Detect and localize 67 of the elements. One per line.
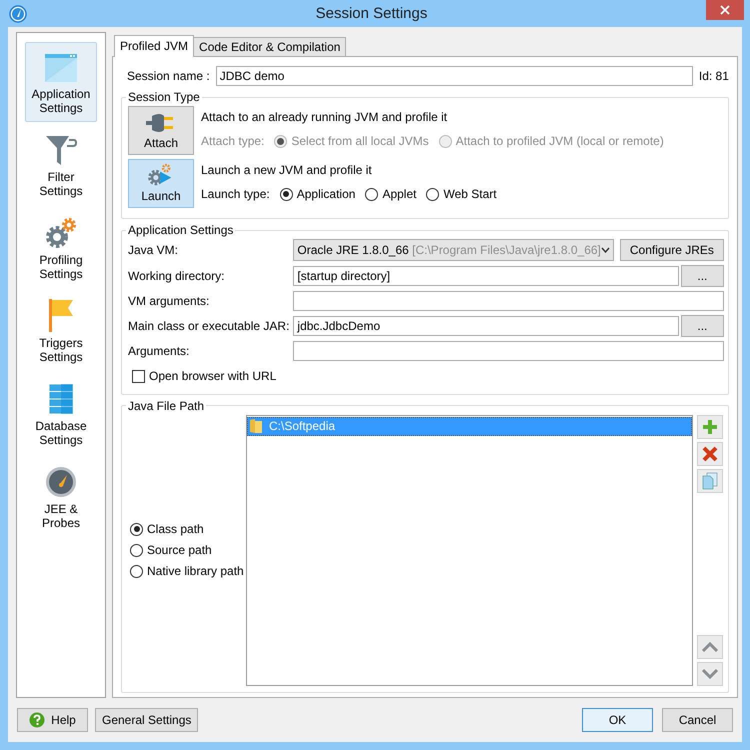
tab[interactable]: Code Editor & Compilation [193,37,346,56]
plug-icon [146,112,176,134]
help-button[interactable]: Help [17,708,88,732]
chevron-down-icon [702,669,718,679]
gears-icon [44,217,78,249]
database-icon [48,383,74,415]
flag-icon [48,298,74,332]
document-icon [702,472,718,490]
field-label: Working directory: [128,269,226,283]
group-title: Java File Path [127,398,206,412]
tab[interactable]: Profiled JVM [114,35,194,57]
sidebar-item[interactable]: Application Settings [25,42,97,122]
browse-button[interactable]: ... [680,265,724,287]
sidebar-item[interactable]: Database Settings [25,374,97,454]
remove-button[interactable] [696,442,723,466]
app-icon [9,4,27,22]
group-title: Application Settings [127,223,234,237]
footer-button[interactable]: General Settings [95,708,198,732]
radio-button[interactable]: Web Start [426,187,497,201]
close-icon [720,5,730,15]
move-up-button[interactable] [696,635,723,659]
footer-button[interactable]: OK [582,708,653,732]
session-id: Id: 81 [698,69,729,83]
window-icon [44,53,78,83]
configure-button[interactable]: Configure JREs [620,239,724,261]
sidebar-item[interactable]: Filter Settings [25,125,97,205]
launch-button[interactable]: Launch [128,159,194,208]
field-label: Main class or executable JAR: [128,319,290,333]
dropdown[interactable]: Oracle JRE 1.8.0_66 [C:\Program Files\Java\jre1.8.0_66] [293,239,614,261]
radio-button[interactable]: Native library path [130,564,244,578]
field-label: Session name : [127,69,210,83]
close-icon [702,446,718,462]
help-icon [29,712,46,728]
field-label: Launch type: [201,187,270,201]
copy-button[interactable] [696,468,723,492]
add-button[interactable] [696,414,723,438]
field-label: Attach type: [201,134,264,148]
funnel-icon [45,134,77,166]
folder-icon [249,418,263,434]
description: Launch a new JVM and profile it [201,163,373,177]
field-label: Arguments: [128,344,190,358]
radio-button[interactable]: Application [280,187,356,201]
input-field[interactable]: JDBC demo [216,66,693,86]
gauge-icon [45,466,77,498]
plus-icon [702,418,718,434]
field-label: VM arguments: [128,294,210,308]
footer-button[interactable]: Cancel [662,708,733,732]
browse-button[interactable]: ... [680,315,724,337]
input-field[interactable]: jdbc.JdbcDemo [293,316,679,336]
sidebar-item[interactable]: Profiling Settings [25,208,97,288]
checkbox[interactable]: Open browser with URL [132,369,276,383]
radio-button[interactable]: Source path [130,543,212,558]
radio-button[interactable]: Applet [365,187,416,201]
input-field[interactable]: [startup directory] [293,266,679,286]
radio-button[interactable]: Class path [130,522,204,536]
input-field[interactable] [293,341,724,361]
move-down-button[interactable] [696,662,723,686]
group-title: Session Type [127,90,201,104]
sidebar-item[interactable]: Triggers Settings [25,291,97,371]
input-field[interactable] [293,291,724,311]
caret-icon [600,247,610,253]
sidebar-item[interactable]: JEE & Probes [25,457,97,537]
close-button[interactable] [706,0,744,20]
description: Attach to an already running JVM and profile it [201,110,448,124]
field-label: Java VM: [128,243,180,257]
chevron-up-icon [702,642,718,652]
window-title: Session Settings [314,5,428,22]
